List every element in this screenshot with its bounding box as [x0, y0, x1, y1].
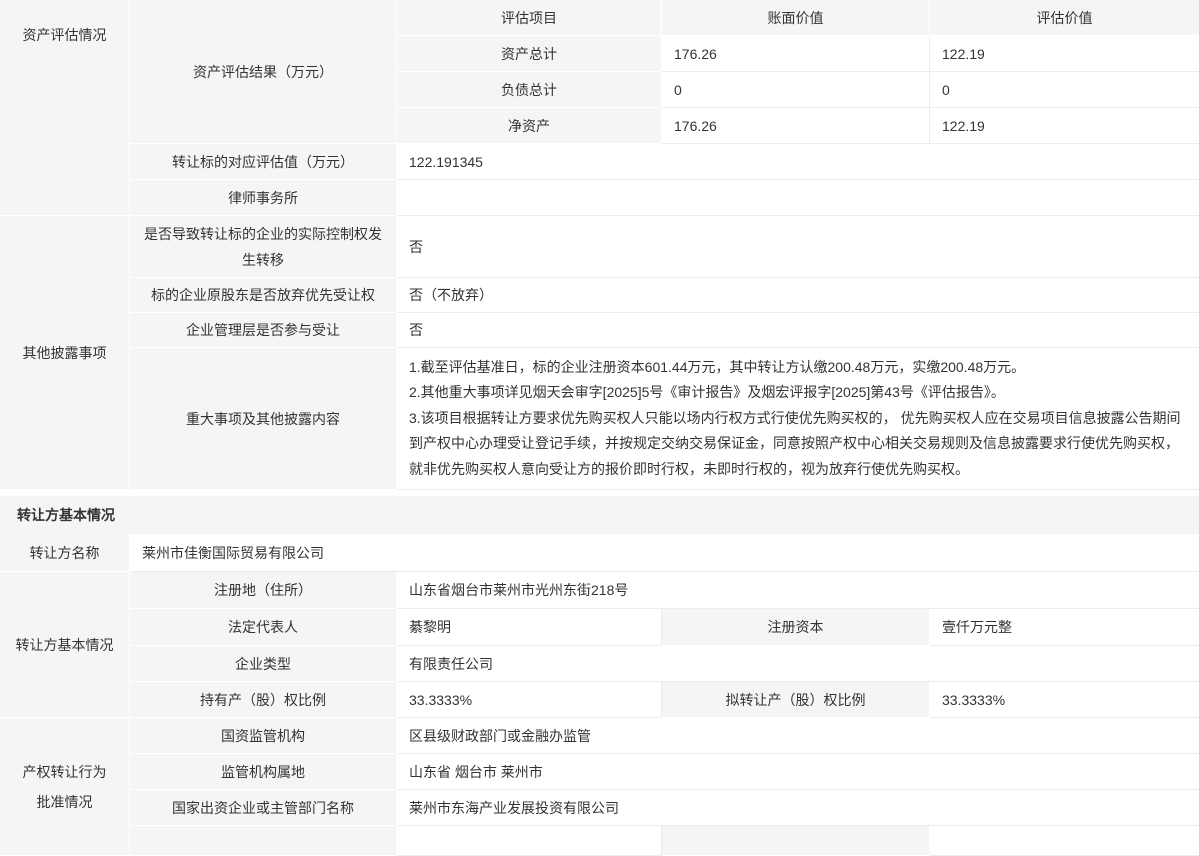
partial-row-value-1	[397, 826, 662, 856]
cell-net-assets-book: 176.26	[662, 108, 930, 144]
cell-management-participation: 否	[397, 313, 1199, 348]
cell-legal-representative: 綦黎明	[397, 609, 662, 646]
row-label-transfer-ratio: 拟转让产（股）权比例	[662, 682, 930, 718]
cell-transferor-name: 莱州市佳衡国际贸易有限公司	[130, 534, 1199, 572]
row-label-net-assets: 净资产	[397, 108, 662, 144]
row-label-law-firm: 律师事务所	[130, 180, 397, 216]
row-label-total-liabilities: 负债总计	[397, 72, 662, 108]
row-label-evaluation-result: 资产评估结果（万元）	[130, 0, 397, 144]
row-label-management-participation: 企业管理层是否参与受让	[130, 313, 397, 348]
cell-control-transfer: 否	[397, 216, 1199, 278]
row-label-regulator: 国资监管机构	[130, 718, 397, 754]
group-label-transferor-basic: 转让方基本情况	[0, 572, 130, 718]
major-matters-paragraph-2: 2.其他重大事项详见烟天会审字[2025]5号《审计报告》及烟宏评报字[2025…	[409, 380, 1187, 405]
group-label-approval-line1: 产权转让行为	[23, 757, 107, 787]
cell-total-liabilities-book: 0	[662, 72, 930, 108]
group-label-approval: 产权转让行为 批准情况	[0, 718, 130, 856]
cell-total-assets-eval: 122.19	[930, 36, 1199, 72]
row-label-transferor-name: 转让方名称	[0, 534, 130, 572]
cell-waive-priority: 否（不放弃）	[397, 278, 1199, 313]
row-label-state-funded-enterprise: 国家出资企业或主管部门名称	[130, 790, 397, 826]
cell-holding-ratio: 33.3333%	[397, 682, 662, 718]
row-label-holding-ratio: 持有产（股）权比例	[130, 682, 397, 718]
group-label-asset-evaluation: 资产评估情况	[0, 0, 130, 216]
major-matters-paragraph-3: 3.该项目根据转让方要求优先购买权人只能以场内行权方式行使优先购买权的， 优先购…	[409, 406, 1187, 482]
partial-row-label-2	[662, 826, 930, 856]
cell-corresponding-eval-value: 122.191345	[397, 144, 1199, 180]
group-label-approval-line2: 批准情况	[37, 787, 93, 817]
row-label-control-transfer: 是否导致转让标的企业的实际控制权发生转移	[130, 216, 397, 278]
cell-regulator: 区县级财政部门或金融办监管	[397, 718, 1199, 754]
partial-row-label	[130, 826, 397, 856]
column-header-item: 评估项目	[397, 0, 662, 36]
column-header-book-value: 账面价值	[662, 0, 930, 36]
row-label-registered-address: 注册地（住所）	[130, 572, 397, 609]
asset-evaluation-table: 资产评估情况 资产评估结果（万元） 评估项目 账面价值 评估价值 资产总计 17…	[0, 0, 1199, 490]
cell-total-liabilities-eval: 0	[930, 72, 1199, 108]
cell-law-firm	[397, 180, 1199, 216]
row-label-corresponding-eval-value: 转让标的对应评估值（万元）	[130, 144, 397, 180]
cell-enterprise-type: 有限责任公司	[397, 646, 1199, 682]
row-label-total-assets: 资产总计	[397, 36, 662, 72]
cell-total-assets-book: 176.26	[662, 36, 930, 72]
cell-major-matters: 1.截至评估基准日，标的企业注册资本601.44万元，其中转让方认缴200.48…	[397, 348, 1199, 490]
row-label-registered-capital: 注册资本	[662, 609, 930, 646]
section-title: 转让方基本情况	[17, 505, 115, 525]
column-header-eval-value: 评估价值	[930, 0, 1199, 36]
cell-registered-capital: 壹仟万元整	[930, 609, 1199, 646]
row-label-waive-priority: 标的企业原股东是否放弃优先受让权	[130, 278, 397, 313]
major-matters-paragraph-1: 1.截至评估基准日，标的企业注册资本601.44万元，其中转让方认缴200.48…	[409, 355, 1187, 380]
cell-net-assets-eval: 122.19	[930, 108, 1199, 144]
cell-registered-address: 山东省烟台市莱州市光州东街218号	[397, 572, 1199, 609]
row-label-major-matters: 重大事项及其他披露内容	[130, 348, 397, 490]
transferor-table: 转让方名称 莱州市佳衡国际贸易有限公司 转让方基本情况 注册地（住所） 山东省烟…	[0, 534, 1199, 856]
row-label-legal-representative: 法定代表人	[130, 609, 397, 646]
section-header-transferor: 转让方基本情况	[0, 496, 1199, 534]
cell-transfer-ratio: 33.3333%	[930, 682, 1199, 718]
cell-regulator-location: 山东省 烟台市 莱州市	[397, 754, 1199, 790]
cell-state-funded-enterprise: 莱州市东海产业发展投资有限公司	[397, 790, 1199, 826]
row-label-enterprise-type: 企业类型	[130, 646, 397, 682]
group-label-other-disclosure: 其他披露事项	[0, 216, 130, 490]
partial-row-value-2	[930, 826, 1199, 856]
row-label-regulator-location: 监管机构属地	[130, 754, 397, 790]
